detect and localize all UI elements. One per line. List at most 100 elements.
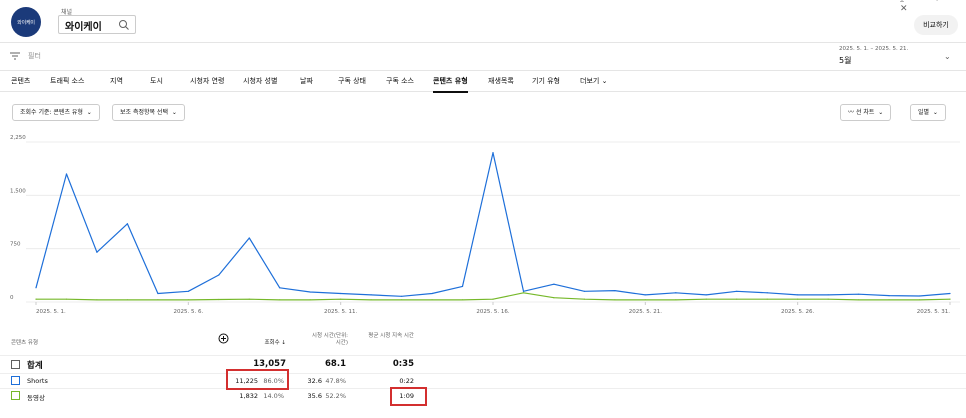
data-point[interactable]: [766, 298, 768, 300]
data-point[interactable]: [65, 298, 68, 300]
data-point[interactable]: [187, 299, 189, 301]
data-point[interactable]: [370, 299, 372, 301]
row-views-pct: 14.0%: [263, 392, 284, 400]
data-point[interactable]: [35, 287, 37, 289]
data-point[interactable]: [461, 285, 464, 287]
header-views[interactable]: 조회수 ↓: [240, 340, 286, 347]
tab-content[interactable]: 콘텐츠: [11, 76, 30, 86]
data-point[interactable]: [675, 299, 677, 301]
data-point[interactable]: [279, 287, 281, 289]
data-point[interactable]: [644, 294, 646, 296]
data-point[interactable]: [279, 299, 281, 301]
data-point[interactable]: [949, 298, 951, 300]
data-point[interactable]: [614, 299, 616, 301]
date-period[interactable]: 5월: [839, 55, 851, 66]
data-point[interactable]: [736, 290, 738, 292]
data-point[interactable]: [96, 299, 98, 301]
channel-selector[interactable]: 와이케이: [58, 15, 136, 34]
tab-playlist[interactable]: 재생목록: [488, 76, 514, 86]
chevron-down-icon[interactable]: ⌄: [944, 52, 951, 61]
data-point[interactable]: [492, 152, 494, 154]
data-point[interactable]: [583, 290, 586, 292]
data-point[interactable]: [522, 290, 525, 292]
data-point[interactable]: [614, 290, 616, 292]
data-point[interactable]: [918, 295, 921, 297]
data-point[interactable]: [675, 292, 677, 294]
breakdown-dropdown[interactable]: 조회수 기준: 콘텐츠 유형 ⌄: [12, 104, 100, 121]
shorts-checkbox[interactable]: [11, 376, 20, 385]
data-point[interactable]: [858, 299, 860, 301]
channel-avatar[interactable]: 와이케이: [11, 7, 41, 37]
tab-viewer-gender[interactable]: 시청자 성별: [243, 76, 277, 86]
top-icons[interactable]: ⤓ ⚑ ✕: [900, 0, 966, 14]
data-point[interactable]: [797, 294, 799, 296]
total-checkbox[interactable]: [11, 360, 20, 369]
data-point[interactable]: [888, 295, 890, 297]
interval-dropdown[interactable]: 일별 ⌄: [910, 104, 946, 121]
data-point[interactable]: [431, 292, 433, 295]
data-point[interactable]: [126, 223, 128, 225]
data-point[interactable]: [340, 298, 342, 300]
data-point[interactable]: [705, 298, 707, 300]
search-icon[interactable]: [118, 19, 130, 31]
data-point[interactable]: [401, 299, 403, 301]
line-chart[interactable]: 2,250 1,500 750 0 2025. 5. 1. 2025. 5. 6. 2025…: [0, 130, 966, 325]
data-point[interactable]: [218, 274, 220, 276]
header-avg-duration[interactable]: 평균 시청 지속 시간: [364, 333, 414, 340]
data-point[interactable]: [888, 299, 890, 301]
data-point[interactable]: [248, 237, 250, 239]
tab-content-type[interactable]: 콘텐츠 유형: [433, 76, 468, 93]
data-point[interactable]: [949, 292, 951, 295]
data-point[interactable]: [248, 298, 250, 300]
data-point[interactable]: [218, 298, 220, 301]
data-point[interactable]: [553, 297, 555, 299]
data-point[interactable]: [461, 299, 464, 301]
data-point[interactable]: [96, 251, 98, 253]
data-point[interactable]: [827, 298, 829, 300]
tab-date[interactable]: 날짜: [300, 76, 313, 86]
data-point[interactable]: [522, 292, 525, 294]
data-point[interactable]: [157, 299, 159, 301]
data-point[interactable]: [157, 292, 159, 295]
data-point[interactable]: [492, 298, 494, 300]
tab-subscription-source[interactable]: 구독 소스: [386, 76, 414, 86]
data-point[interactable]: [309, 299, 311, 301]
tab-device-type[interactable]: 기기 유형: [532, 76, 560, 86]
data-point[interactable]: [553, 283, 555, 285]
data-point[interactable]: [370, 294, 372, 296]
filter-icon[interactable]: [10, 52, 20, 60]
header-content-type[interactable]: 콘텐츠 유형: [11, 340, 38, 347]
data-point[interactable]: [126, 299, 128, 301]
video-checkbox[interactable]: [11, 391, 20, 400]
tab-more[interactable]: 더보기 ⌄: [580, 76, 607, 86]
data-point[interactable]: [644, 299, 646, 301]
data-point[interactable]: [401, 295, 403, 297]
date-range[interactable]: 2025. 5. 1. – 2025. 5. 21.: [839, 46, 908, 52]
data-point[interactable]: [187, 290, 189, 292]
secondary-metric-dropdown[interactable]: 보조 측정항목 선택 ⌄: [112, 104, 185, 121]
add-column-icon[interactable]: [218, 333, 229, 344]
tab-viewer-age[interactable]: 시청자 연령: [190, 76, 224, 86]
data-point[interactable]: [583, 298, 586, 300]
tab-city[interactable]: 도시: [150, 76, 163, 86]
tab-geography[interactable]: 지역: [110, 76, 123, 86]
data-point[interactable]: [858, 293, 860, 295]
data-point[interactable]: [827, 294, 829, 296]
series-line-shorts[interactable]: [35, 152, 951, 297]
data-point[interactable]: [705, 294, 707, 296]
chart-type-dropdown[interactable]: 〰 선 차트 ⌄: [840, 104, 892, 121]
data-point[interactable]: [431, 299, 433, 301]
compare-button[interactable]: 비교하기: [914, 15, 958, 35]
header-watch-time[interactable]: 시청 시간(단위: 시간): [306, 333, 348, 347]
tab-traffic-source[interactable]: 트래픽 소스: [50, 76, 84, 86]
data-point[interactable]: [35, 298, 37, 300]
data-point[interactable]: [340, 292, 342, 295]
data-point[interactable]: [65, 173, 68, 175]
filter-label[interactable]: 필터: [28, 51, 41, 61]
data-point[interactable]: [918, 299, 921, 301]
data-point[interactable]: [309, 291, 311, 293]
tab-subscription-status[interactable]: 구독 상태: [338, 76, 366, 86]
data-point[interactable]: [736, 298, 738, 300]
data-point[interactable]: [797, 298, 799, 300]
data-point[interactable]: [766, 292, 768, 294]
